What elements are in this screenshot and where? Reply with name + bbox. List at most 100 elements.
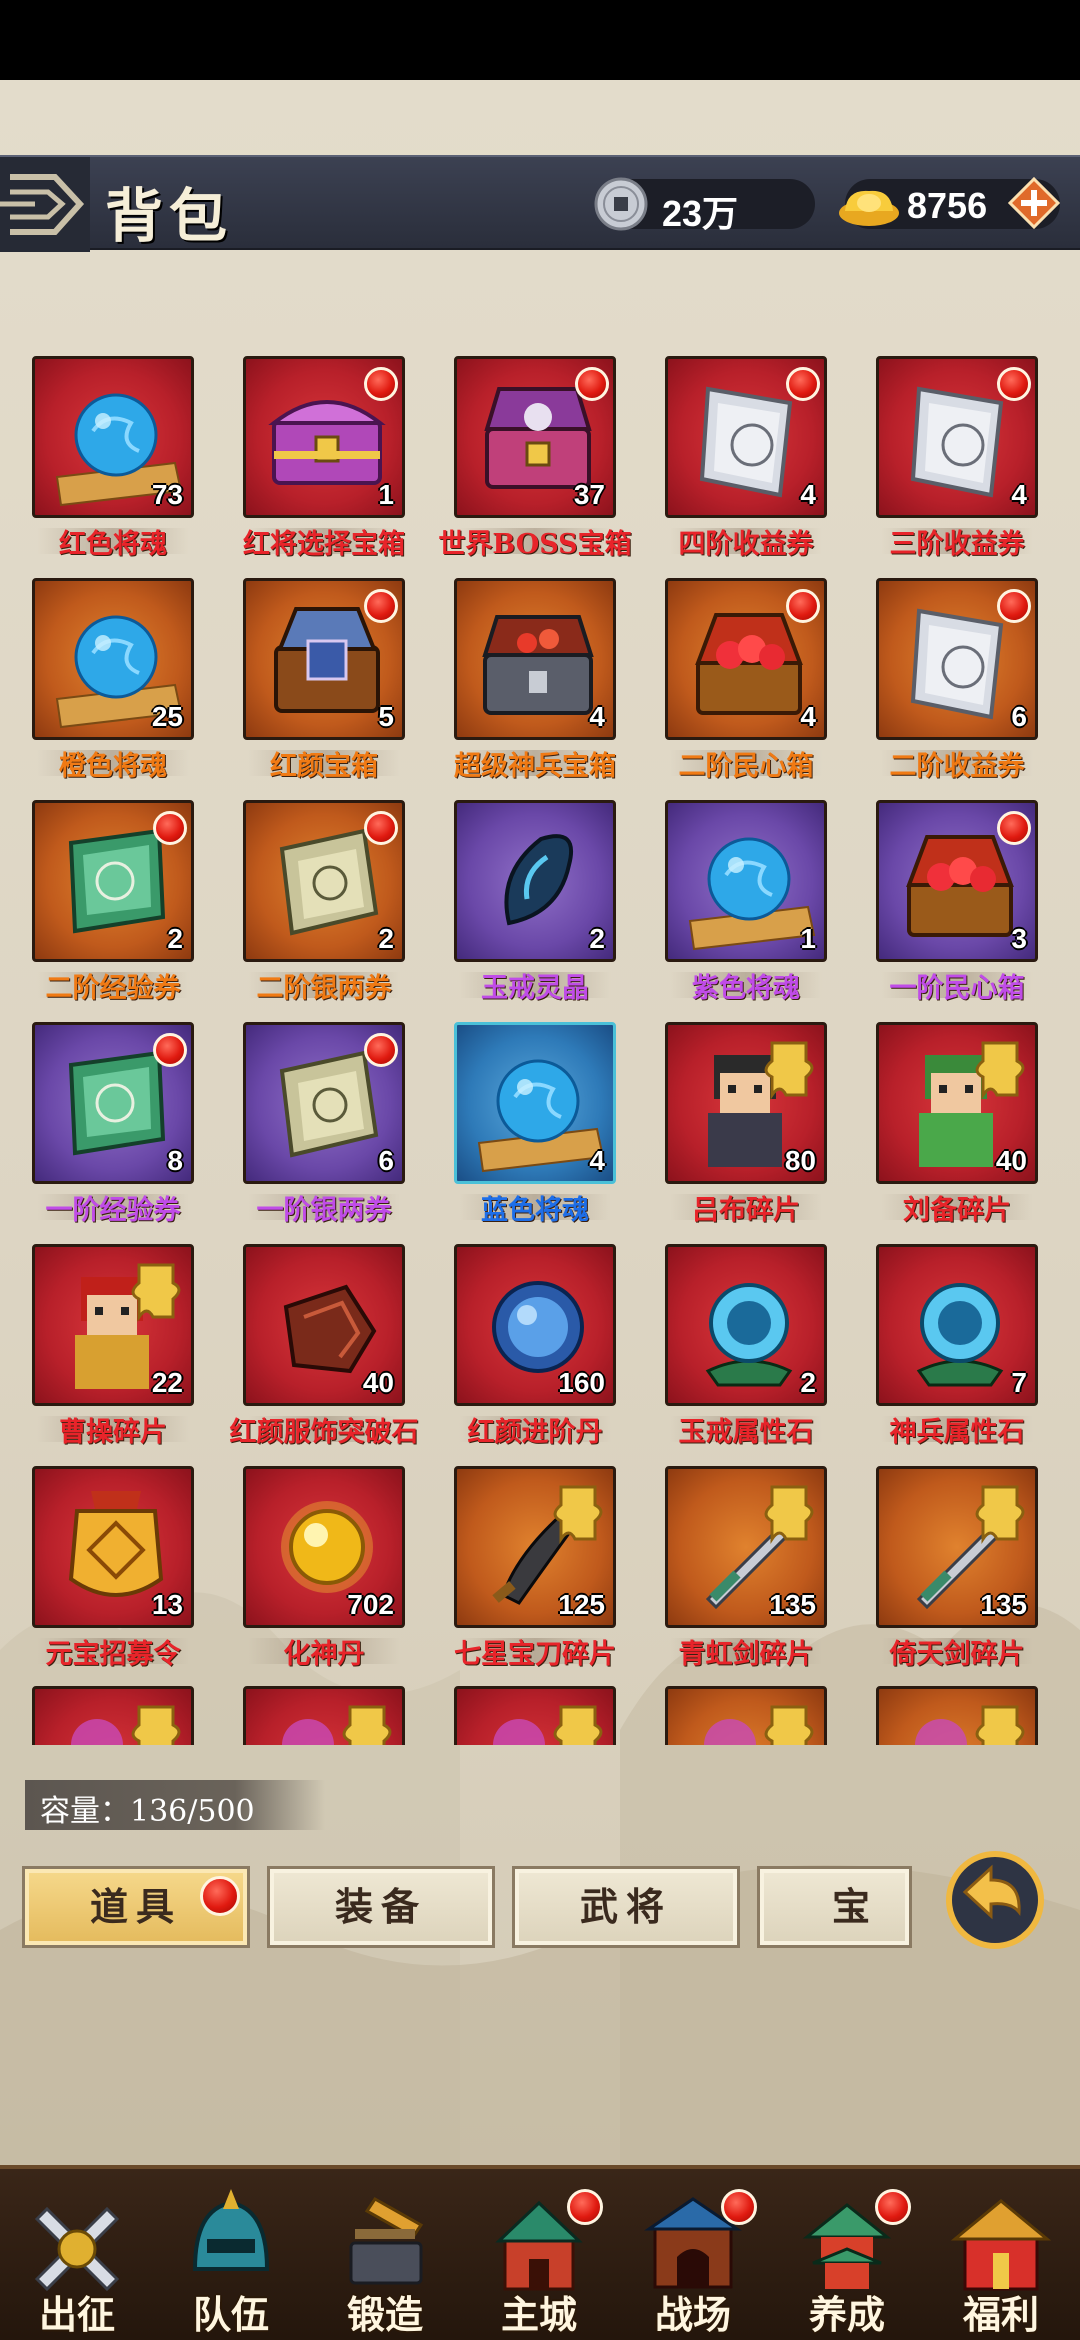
item-tile[interactable]: 25 bbox=[32, 578, 194, 740]
item-slot[interactable]: 7 神兵属性石 bbox=[867, 1244, 1047, 1456]
new-badge bbox=[364, 1033, 398, 1067]
item-slot[interactable]: 8 一阶经验券 bbox=[23, 1022, 203, 1234]
item-tile[interactable]: 3 bbox=[876, 800, 1038, 962]
item-grid[interactable]: 73 红色将魂 1 红将选择宝箱 37 世界BOSS宝箱 4 四阶收益券 4 三阶收益券 25 橙色将… bbox=[0, 268, 1080, 1745]
item-tile[interactable]: 37 bbox=[454, 356, 616, 518]
item-tile[interactable]: 40 bbox=[243, 1244, 405, 1406]
item-slot-partial[interactable] bbox=[656, 1686, 836, 1745]
item-tile[interactable]: 8 bbox=[32, 1022, 194, 1184]
item-tile[interactable]: 22 bbox=[32, 1244, 194, 1406]
item-tile[interactable]: 2 bbox=[32, 800, 194, 962]
item-tile[interactable]: 160 bbox=[454, 1244, 616, 1406]
item-tile[interactable]: 40 bbox=[876, 1022, 1038, 1184]
menu-emblem-icon[interactable] bbox=[0, 157, 90, 252]
back-arrow-icon[interactable] bbox=[945, 1850, 1045, 1950]
item-slot[interactable]: 4 超级神兵宝箱 bbox=[445, 578, 625, 790]
item-tile[interactable]: 4 bbox=[454, 1022, 616, 1184]
item-tile[interactable]: 7 bbox=[876, 1244, 1038, 1406]
item-tile[interactable]: 135 bbox=[876, 1466, 1038, 1628]
item-slot[interactable]: 73 红色将魂 bbox=[23, 356, 203, 568]
nav-item[interactable]: 养成 bbox=[770, 2169, 924, 2340]
item-tile[interactable]: 13 bbox=[32, 1466, 194, 1628]
new-badge bbox=[786, 589, 820, 623]
item-name: 神兵属性石 bbox=[889, 1417, 1025, 1448]
item-tile[interactable]: 1 bbox=[243, 356, 405, 518]
item-tile[interactable]: 6 bbox=[876, 578, 1038, 740]
item-slot-partial[interactable] bbox=[23, 1686, 203, 1745]
helmet-icon bbox=[192, 2189, 270, 2271]
item-tile[interactable] bbox=[454, 1686, 616, 1745]
nav-item[interactable]: 主城 bbox=[462, 2169, 616, 2340]
new-badge bbox=[364, 367, 398, 401]
item-name: 二阶银两券 bbox=[256, 973, 392, 1004]
nav-item[interactable]: 出征 bbox=[0, 2169, 154, 2340]
add-gold-button[interactable] bbox=[1008, 177, 1060, 229]
item-slot[interactable]: 2 玉戒属性石 bbox=[656, 1244, 836, 1456]
item-slot[interactable]: 160 红颜进阶丹 bbox=[445, 1244, 625, 1456]
tab-generals[interactable]: 武将 bbox=[512, 1866, 740, 1948]
item-slot[interactable]: 2 玉戒灵晶 bbox=[445, 800, 625, 1012]
item-quantity: 6 bbox=[378, 1145, 394, 1176]
item-slot[interactable]: 135 青虹剑碎片 bbox=[656, 1466, 836, 1678]
item-tile[interactable]: 702 bbox=[243, 1466, 405, 1628]
item-name: 四阶收益券 bbox=[678, 529, 814, 560]
nav-item[interactable]: 战场 bbox=[616, 2169, 770, 2340]
item-tile[interactable] bbox=[243, 1686, 405, 1745]
item-slot[interactable]: 13 元宝招募令 bbox=[23, 1466, 203, 1678]
item-tile[interactable]: 2 bbox=[243, 800, 405, 962]
item-name: 一阶民心箱 bbox=[889, 973, 1025, 1004]
item-slot[interactable]: 4 二阶民心箱 bbox=[656, 578, 836, 790]
item-tile[interactable]: 4 bbox=[665, 578, 827, 740]
puzzle-fragment-icon bbox=[915, 1705, 1025, 1745]
item-slot[interactable]: 80 吕布碎片 bbox=[656, 1022, 836, 1234]
item-tile[interactable]: 135 bbox=[665, 1466, 827, 1628]
item-tile[interactable]: 6 bbox=[243, 1022, 405, 1184]
tab-items-badge bbox=[200, 1876, 240, 1916]
item-slot[interactable]: 4 蓝色将魂 bbox=[445, 1022, 625, 1234]
item-slot-partial[interactable] bbox=[445, 1686, 625, 1745]
puzzle-fragment-icon bbox=[71, 1705, 181, 1745]
item-slot[interactable]: 40 红颜服饰突破石 bbox=[230, 1244, 419, 1456]
item-slot[interactable]: 6 一阶银两券 bbox=[234, 1022, 414, 1234]
item-slot[interactable]: 702 化神丹 bbox=[234, 1466, 414, 1678]
item-slot[interactable]: 4 三阶收益券 bbox=[867, 356, 1047, 568]
tab-treasures[interactable]: 宝物 bbox=[757, 1866, 912, 1948]
item-slot[interactable]: 2 二阶经验券 bbox=[23, 800, 203, 1012]
item-tile[interactable]: 4 bbox=[665, 356, 827, 518]
nav-item[interactable]: 福利 bbox=[924, 2169, 1078, 2340]
item-slot[interactable]: 125 七星宝刀碎片 bbox=[445, 1466, 625, 1678]
item-slot-partial[interactable] bbox=[867, 1686, 1047, 1745]
item-slot[interactable]: 37 世界BOSS宝箱 bbox=[438, 356, 632, 568]
item-slot[interactable]: 6 二阶收益券 bbox=[867, 578, 1047, 790]
item-slot[interactable]: 40 刘备碎片 bbox=[867, 1022, 1047, 1234]
tab-equipment[interactable]: 装备 bbox=[267, 1866, 495, 1948]
item-slot[interactable]: 4 四阶收益券 bbox=[656, 356, 836, 568]
item-tile[interactable]: 2 bbox=[665, 1244, 827, 1406]
item-slot[interactable]: 1 红将选择宝箱 bbox=[234, 356, 414, 568]
item-tile[interactable]: 4 bbox=[876, 356, 1038, 518]
item-tile[interactable] bbox=[665, 1686, 827, 1745]
item-slot[interactable]: 5 红颜宝箱 bbox=[234, 578, 414, 790]
item-slot[interactable]: 135 倚天剑碎片 bbox=[867, 1466, 1047, 1678]
item-tile[interactable]: 2 bbox=[454, 800, 616, 962]
item-slot[interactable]: 2 二阶银两券 bbox=[234, 800, 414, 1012]
item-quantity: 2 bbox=[800, 1367, 816, 1398]
item-tile[interactable] bbox=[876, 1686, 1038, 1745]
item-tile[interactable]: 1 bbox=[665, 800, 827, 962]
nav-item[interactable]: 队伍 bbox=[154, 2169, 308, 2340]
item-tile[interactable]: 125 bbox=[454, 1466, 616, 1628]
item-tile[interactable]: 5 bbox=[243, 578, 405, 740]
nav-label: 养成 bbox=[808, 2292, 885, 2337]
item-quantity: 40 bbox=[362, 1367, 394, 1398]
item-slot[interactable]: 22 曹操碎片 bbox=[23, 1244, 203, 1456]
item-tile[interactable] bbox=[32, 1686, 194, 1745]
item-slot[interactable]: 3 一阶民心箱 bbox=[867, 800, 1047, 1012]
item-slot-partial[interactable] bbox=[234, 1686, 414, 1745]
item-tile[interactable]: 4 bbox=[454, 578, 616, 740]
item-tile[interactable]: 80 bbox=[665, 1022, 827, 1184]
item-quantity: 40 bbox=[995, 1145, 1027, 1176]
nav-item[interactable]: 锻造 bbox=[308, 2169, 462, 2340]
item-slot[interactable]: 25 橙色将魂 bbox=[23, 578, 203, 790]
item-slot[interactable]: 1 紫色将魂 bbox=[656, 800, 836, 1012]
item-tile[interactable]: 73 bbox=[32, 356, 194, 518]
